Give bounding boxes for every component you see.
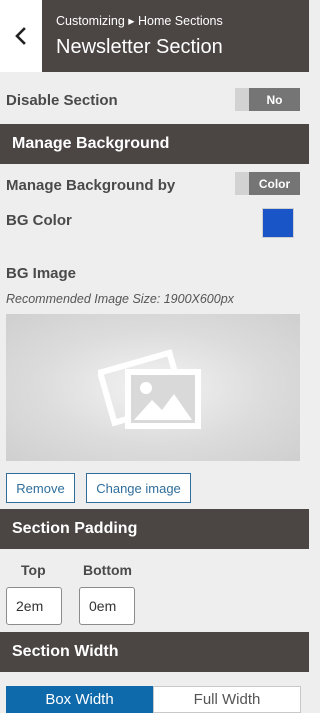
disable-section-label: Disable Section [6, 92, 118, 109]
change-image-button[interactable]: Change image [86, 473, 191, 503]
bg-image-preview[interactable] [6, 314, 300, 461]
padding-top-input[interactable]: 2em [6, 587, 62, 625]
bg-image-label: BG Image [6, 265, 77, 282]
bg-color-swatch[interactable] [262, 208, 294, 238]
manage-background-by-toggle[interactable]: Color [235, 172, 300, 195]
manage-background-by-label: Manage Background by [6, 177, 176, 194]
page-title: Newsletter Section [56, 36, 223, 58]
customizer-header: Customizing ▸ Home Sections Newsletter S… [0, 0, 309, 72]
back-button[interactable] [0, 0, 42, 72]
full-width-option[interactable]: Full Width [153, 686, 301, 713]
section-padding-heading: Section Padding [0, 509, 309, 549]
chevron-left-icon [15, 27, 26, 45]
recommended-size-note: Recommended Image Size: 1900X600px [6, 292, 234, 306]
section-width-heading: Section Width [0, 632, 309, 672]
box-width-option[interactable]: Box Width [6, 686, 153, 713]
toggle-value: Color [249, 172, 300, 195]
manage-background-heading: Manage Background [0, 124, 309, 164]
padding-bottom-input[interactable]: 0em [79, 587, 135, 625]
toggle-value: No [249, 88, 300, 111]
padding-bottom-label: Bottom [83, 562, 132, 578]
padding-top-label: Top [21, 562, 46, 578]
image-placeholder-icon [98, 349, 201, 429]
bg-color-label: BG Color [6, 212, 72, 229]
breadcrumb: Customizing ▸ Home Sections [56, 14, 223, 28]
remove-image-button[interactable]: Remove [6, 473, 75, 503]
disable-section-toggle[interactable]: No [235, 88, 300, 111]
